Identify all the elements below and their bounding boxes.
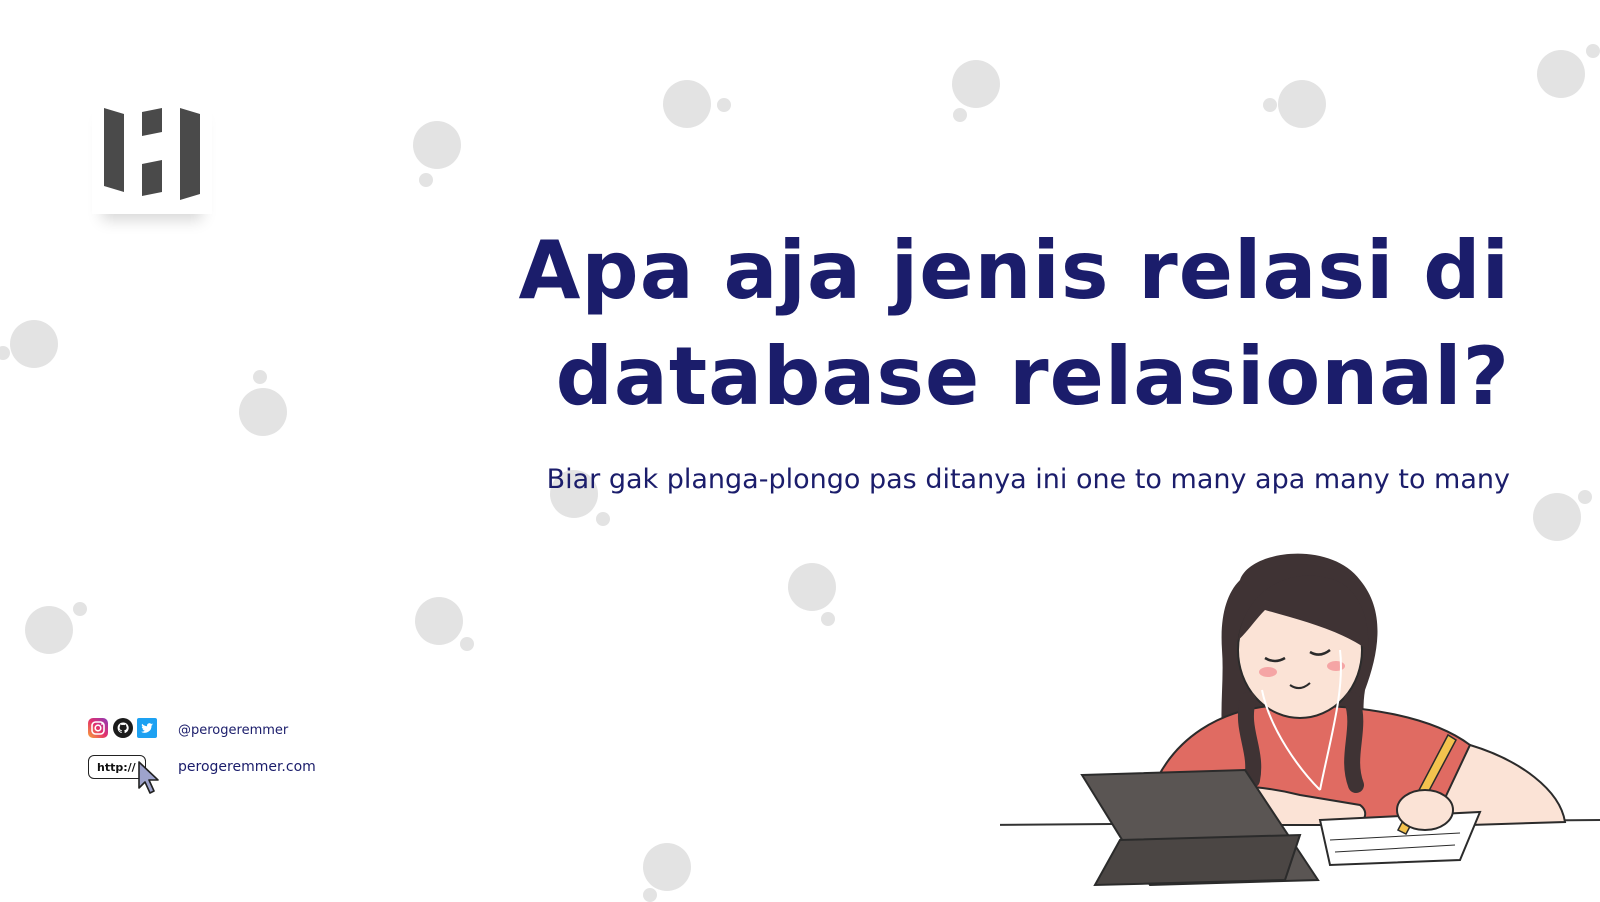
page-title: Apa aja jenis relasi di database relasio…	[510, 218, 1510, 430]
bubble	[73, 602, 87, 616]
bubble	[717, 98, 731, 112]
website-link[interactable]: perogeremmer.com	[178, 759, 316, 775]
bubble	[952, 60, 1000, 108]
bubble	[1537, 50, 1585, 98]
bubble	[821, 612, 835, 626]
bubble	[419, 173, 433, 187]
bubble	[1278, 80, 1326, 128]
cursor-icon	[138, 761, 159, 794]
social-handle[interactable]: @perogeremmer	[178, 723, 288, 738]
bubble	[953, 108, 967, 122]
bubble	[1263, 98, 1277, 112]
bubble	[1578, 490, 1592, 504]
girl-studying-illustration	[1000, 553, 1600, 887]
subtitle: Biar gak planga-plongo pas ditanya ini o…	[546, 464, 1510, 495]
bubble	[1586, 44, 1600, 58]
bubble	[0, 346, 10, 360]
bubble	[596, 512, 610, 526]
twitter-icon[interactable]	[137, 718, 157, 738]
bubble	[413, 121, 461, 169]
bubble	[1533, 493, 1581, 541]
instagram-icon[interactable]	[88, 718, 108, 738]
bubble	[460, 637, 474, 651]
bubble	[10, 320, 58, 368]
brand-logo	[92, 92, 212, 214]
bubble	[663, 80, 711, 128]
h-logo-icon	[104, 108, 200, 200]
bubble	[25, 606, 73, 654]
bubble	[253, 370, 267, 384]
bubble	[788, 563, 836, 611]
title-line-1: Apa aja jenis relasi di	[518, 224, 1510, 317]
bubble	[239, 388, 287, 436]
bubble	[415, 597, 463, 645]
github-icon[interactable]	[113, 718, 133, 738]
bubble	[643, 843, 691, 891]
title-line-2: database relasional?	[555, 330, 1510, 423]
